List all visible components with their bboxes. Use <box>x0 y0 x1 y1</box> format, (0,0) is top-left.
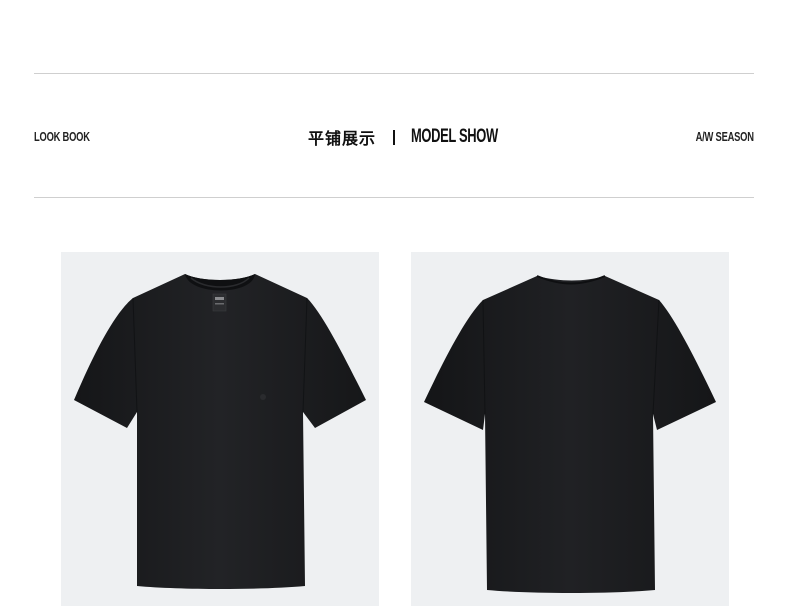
black-tshirt-back-icon <box>424 275 716 593</box>
product-photo-back <box>411 252 729 606</box>
section-title-chinese: 平铺展示 <box>308 129 377 148</box>
season-label: A/W SEASON <box>695 129 754 144</box>
top-divider-line <box>34 73 754 74</box>
product-photo-front <box>61 252 379 606</box>
section-header: LOOK BOOK 平铺展示 MODEL SHOW A/W SEASON <box>0 126 790 148</box>
black-tshirt-front-icon <box>74 274 366 589</box>
section-title-english: MODEL SHOW <box>411 126 498 147</box>
title-separator <box>393 129 396 145</box>
bottom-divider-line <box>34 197 754 198</box>
section-title: 平铺展示 MODEL SHOW <box>308 126 539 148</box>
look-book-label: LOOK BOOK <box>34 129 90 144</box>
